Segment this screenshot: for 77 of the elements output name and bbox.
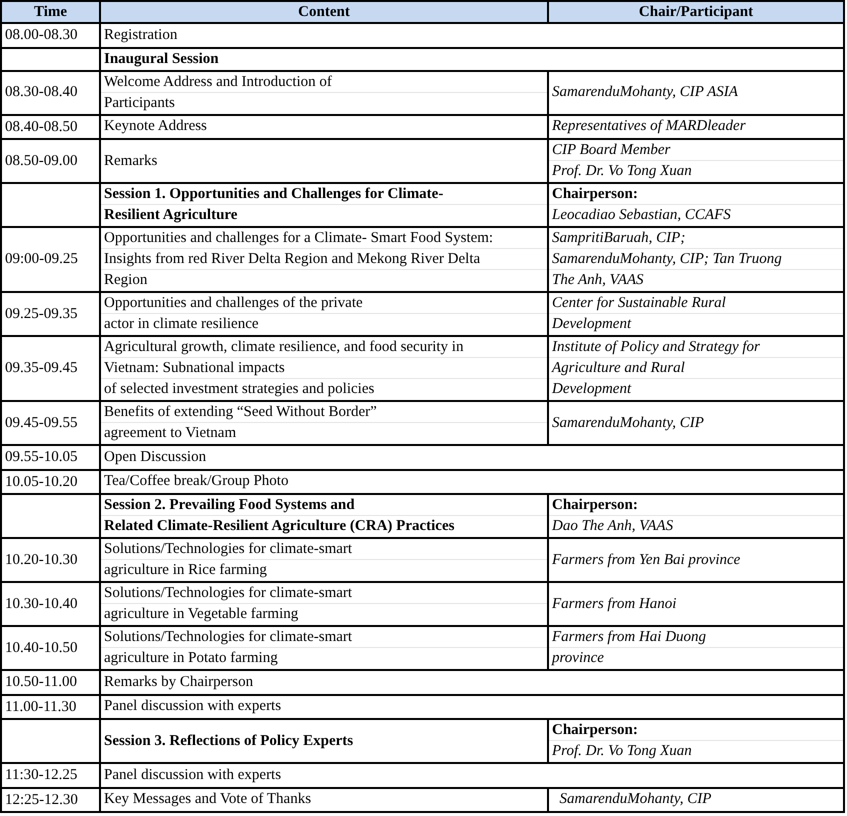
agenda-text: Benefits of extending “Seed Without Border” (104, 404, 377, 420)
time-text: 10.40-10.50 (4, 640, 78, 656)
agenda-text: Region (104, 272, 148, 288)
agenda-text: of selected investment strategies and policies (104, 381, 374, 397)
time-text: 10.50-11.00 (4, 674, 78, 690)
session-title: Session 2. Prevailing Food Systems and (104, 497, 355, 513)
participant-name: Farmers from Yen Bai province (552, 552, 740, 568)
agenda-text: Remarks by Chairperson (104, 674, 254, 690)
agenda-text: Solutions/Technologies for climate-smart (104, 629, 352, 645)
participant-name: SamarenduMohanty, CIP (558, 791, 712, 808)
time-text: 09.55-10.05 (4, 449, 78, 465)
time-text: 09.25-09.35 (4, 306, 78, 322)
participant-name: SamarenduMohanty, CIP ASIA (552, 84, 738, 100)
agenda-text: Participants (104, 94, 175, 110)
time-text: 08.00-08.30 (4, 27, 78, 43)
time-text: 12:25-12.30 (4, 792, 79, 808)
time-text: 09.35-09.45 (4, 360, 78, 376)
participant-name: Leocadiao Sebastian, CCAFS (552, 207, 731, 223)
agenda-text: Opportunities and challenges for a Climate- Smart Food System: (104, 230, 494, 246)
agenda-text: Panel discussion with experts (104, 698, 282, 714)
participant-name: Center for Sustainable Rural (552, 295, 726, 311)
time-text: 09:00-09.25 (4, 251, 79, 268)
time-text: 08.40-08.50 (4, 118, 78, 134)
session-title: Inaugural Session (104, 50, 219, 66)
participant-name: The Anh, VAAS (552, 272, 644, 288)
agenda-text: Keynote Address (104, 118, 207, 134)
agenda-text: Opportunities and challenges of the private (104, 295, 363, 311)
participant-name: Prof. Dr. Vo Tong Xuan (552, 743, 692, 759)
participant-name: province (552, 650, 604, 666)
agenda-text: Open Discussion (104, 448, 206, 465)
session-title: Session 1. Opportunities and Challenges for Climate- (104, 186, 444, 202)
column-header: Time (1, 1, 100, 23)
agenda-text: Key Messages and Vote of Thanks (104, 791, 312, 808)
column-header: Content (100, 1, 548, 23)
session-title: Related Climate-Resilient Agriculture (CRA) Practices (104, 518, 454, 534)
participant-name: Farmers from Hanoi (552, 596, 676, 612)
agenda-text: agriculture in Potato farming (104, 650, 278, 666)
participant-name: SamarenduMohanty, CIP; Tan Truong (552, 251, 782, 267)
time-text: 10.20-10.30 (4, 552, 78, 568)
time-text: 08.50-09.00 (4, 152, 78, 169)
agenda-text: agriculture in Rice farming (104, 562, 267, 578)
agenda-text: Panel discussion with experts (104, 766, 282, 783)
participant-name: Development (552, 381, 632, 397)
agenda-text: Remarks (104, 152, 158, 168)
agenda-text: Registration (104, 26, 178, 43)
role-label: Chairperson: (552, 186, 638, 202)
participant-name: Development (552, 316, 632, 332)
participant-name: Representatives of MARDleader (552, 118, 746, 134)
agenda-text: Welcome Address and Introduction of (104, 74, 332, 90)
agenda-text: agriculture in Vegetable farming (104, 606, 298, 622)
participant-name: Prof. Dr. Vo Tong Xuan (552, 163, 692, 179)
role-label: Chairperson: (552, 722, 638, 738)
time-text: 09.45-09.55 (4, 414, 78, 431)
session-title: Session 3. Reflections of Policy Experts (104, 732, 354, 748)
role-label: Chairperson: (552, 497, 638, 513)
session-title: Resilient Agriculture (104, 207, 238, 223)
participant-name: Dao The Anh, VAAS (552, 518, 674, 534)
agenda-text: Solutions/Technologies for climate-smart (104, 541, 352, 557)
agenda-text: Tea/Coffee break/Group Photo (104, 473, 288, 490)
participant-name: Agriculture and Rural (552, 360, 685, 376)
participant-name: SamarenduMohanty, CIP (552, 414, 704, 430)
agenda-text: Agricultural growth, climate resilience, and food security in (104, 339, 464, 355)
time-text: 11:30-12.25 (4, 767, 78, 783)
agenda-text: agreement to Vietnam (104, 425, 236, 441)
time-text: 10.30-10.40 (4, 596, 78, 612)
participant-name: SampritiBaruah, CIP; (552, 230, 686, 246)
agenda-text: Insights from red River Delta Region and Mekong River Delta (104, 251, 480, 267)
time-text: 10.05-10.20 (4, 474, 78, 490)
agenda-text: Vietnam: Subnational impacts (104, 360, 285, 376)
time-text: 11.00-11.30 (4, 698, 78, 714)
participant-name: Institute of Policy and Strategy for (552, 339, 760, 355)
participant-name: CIP Board Member (552, 142, 670, 158)
time-text: 08.30-08.40 (4, 84, 78, 100)
agenda-text: actor in climate resilience (104, 316, 259, 332)
agenda-text: Solutions/Technologies for climate-smart (104, 585, 352, 601)
participant-name: Farmers from Hai Duong (552, 629, 706, 645)
column-header: Chair/Participant (548, 1, 844, 23)
